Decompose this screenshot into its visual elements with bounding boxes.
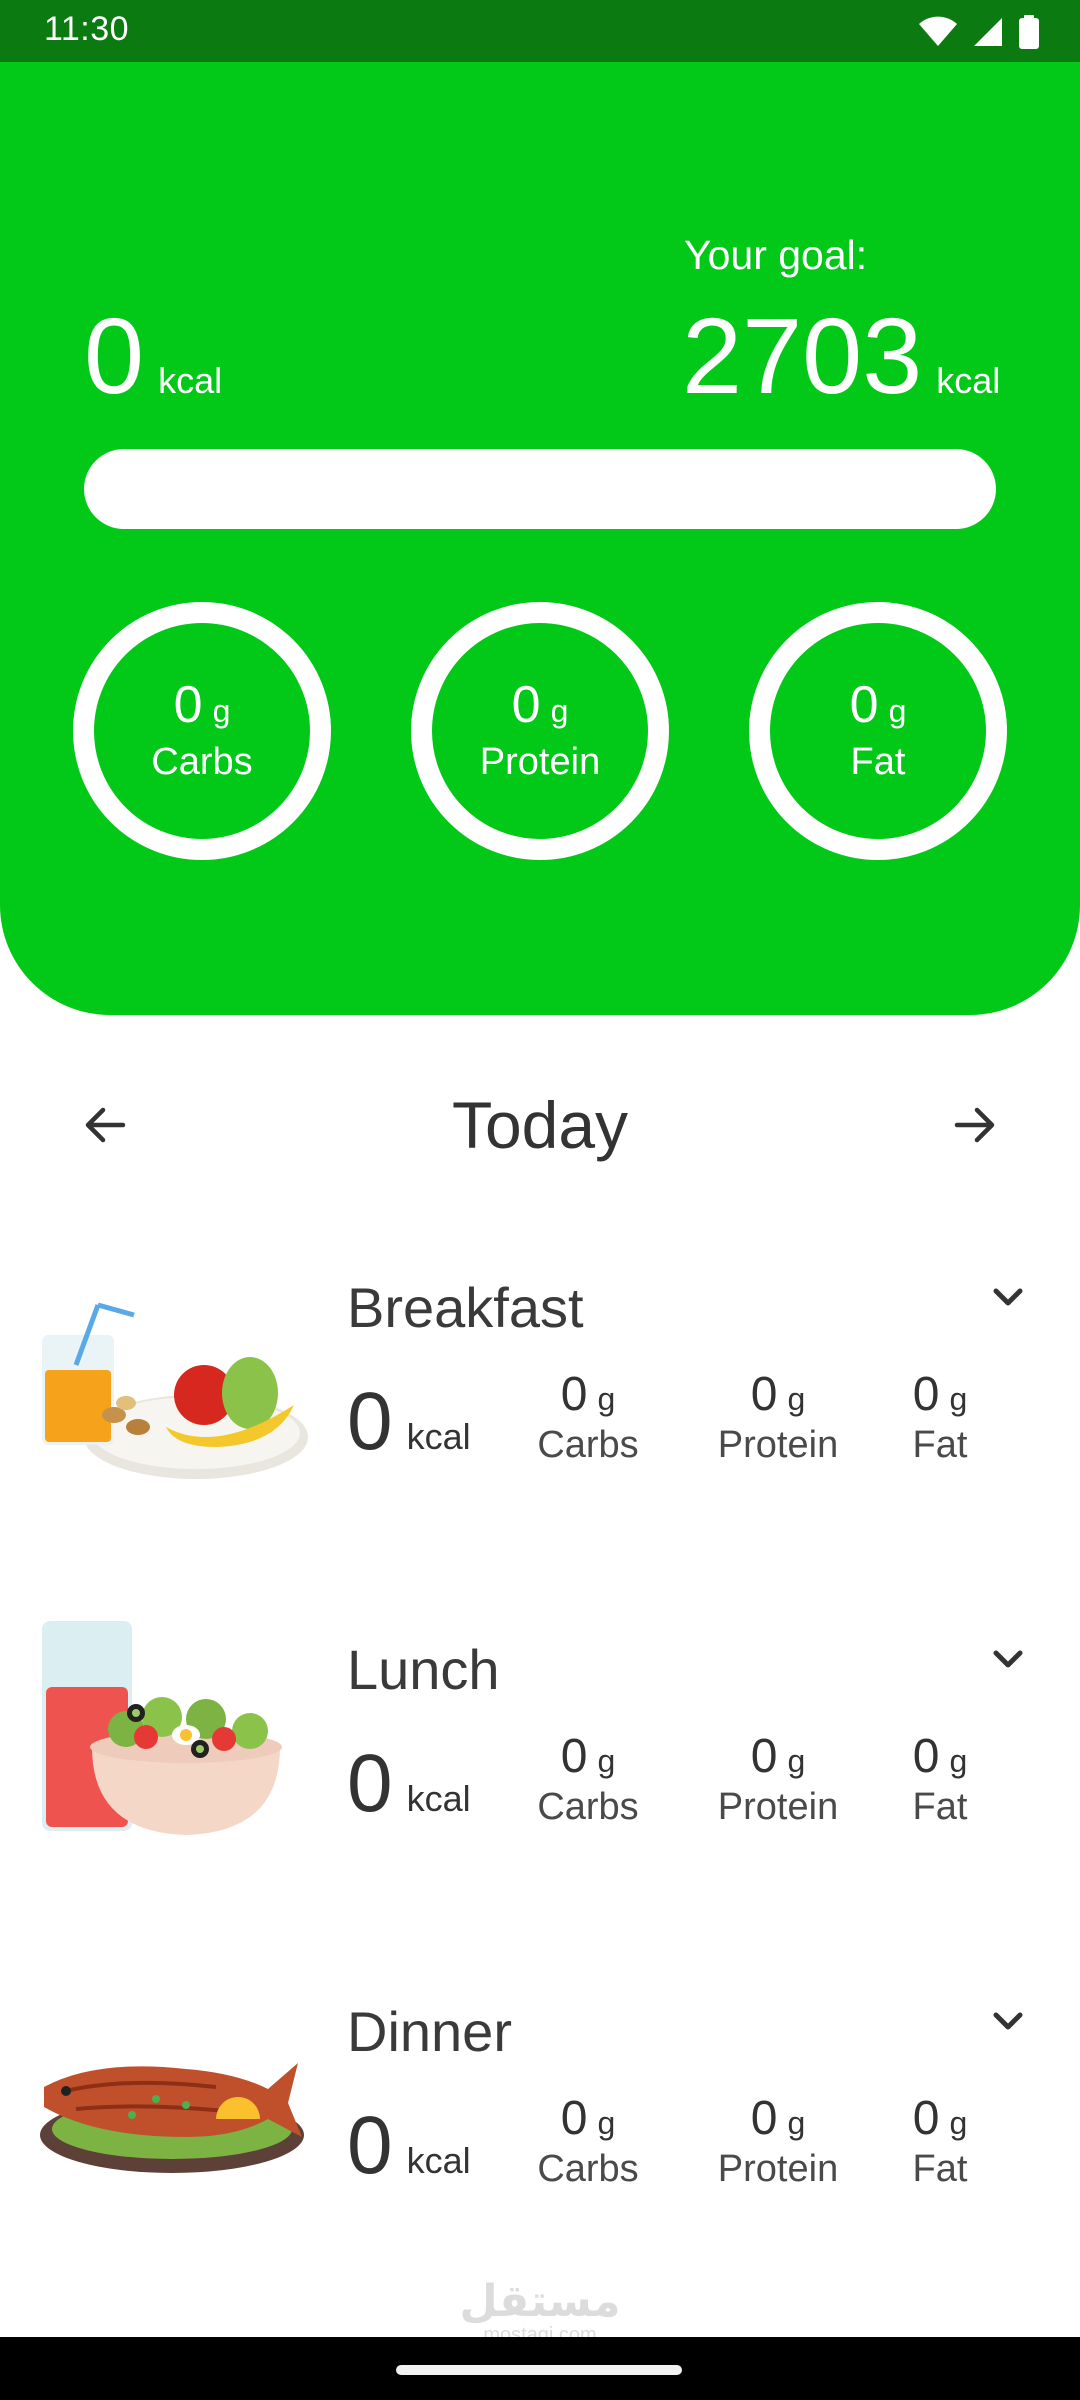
status-icons (918, 14, 1040, 50)
meal-kcal-value: 0 (347, 1376, 393, 1467)
meal-calories: 0 kcal (347, 2105, 471, 2187)
meal-fat-value: 0 (912, 1368, 940, 1421)
arrow-right-icon (954, 1107, 995, 1143)
meal-protein: 0g Protein (698, 1367, 858, 1467)
meal-carbs-unit: g (597, 2105, 616, 2141)
status-time: 11:30 (44, 10, 130, 48)
meal-kcal-value: 0 (347, 1738, 393, 1829)
carbs-value: 0 (173, 675, 203, 734)
goal-label: Your goal: (684, 232, 868, 278)
watermark-logo: مستقل (459, 2277, 621, 2326)
meal-card-dinner[interactable]: Dinner 0 kcal 0g Carbs 0g Protein 0g Fat (0, 1979, 1080, 2269)
carbs-unit: g (212, 692, 231, 729)
meal-card-lunch[interactable]: Lunch 0 kcal 0g Carbs 0g Protein 0g Fat (0, 1617, 1080, 1907)
chevron-down-icon (993, 2012, 1023, 2030)
meal-fat-value: 0 (912, 2092, 940, 2145)
meal-kcal-value: 0 (347, 2100, 393, 2191)
fat-value: 0 (849, 675, 879, 734)
day-title: Today (451, 1088, 629, 1162)
carbs-ring: 0g Carbs (73, 602, 331, 860)
meal-fat-label: Fat (912, 1424, 968, 1466)
meal-carbs-label: Carbs (537, 1424, 639, 1466)
expand-dinner-button[interactable] (984, 1997, 1032, 2045)
protein-ring: 0g Protein (411, 602, 669, 860)
fat-label: Fat (850, 740, 906, 783)
meal-protein-label: Protein (717, 1786, 839, 1828)
consumed-calories: 0 kcal (84, 302, 222, 410)
meal-fat: 0g Fat (860, 1367, 1020, 1467)
goal-value: 2703 (682, 295, 923, 416)
meal-kcal-unit: kcal (406, 2140, 471, 2181)
meal-card-breakfast[interactable]: Breakfast 0 kcal 0g Carbs 0g Protein 0g … (0, 1255, 1080, 1545)
meal-carbs-unit: g (597, 1381, 616, 1417)
meal-protein-value: 0 (750, 1368, 778, 1421)
signal-icon (974, 18, 1002, 46)
meal-kcal-unit: kcal (406, 1416, 471, 1457)
fat-ring: 0g Fat (749, 602, 1007, 860)
meal-fat: 0g Fat (860, 1729, 1020, 1829)
meal-calories: 0 kcal (347, 1743, 471, 1825)
next-day-button[interactable] (941, 1091, 1009, 1159)
fat-unit: g (888, 692, 907, 729)
meal-fat-unit: g (949, 2105, 968, 2141)
consumed-value: 0 (84, 295, 145, 416)
meal-carbs-value: 0 (560, 1730, 588, 1783)
consumed-unit: kcal (158, 360, 223, 401)
meal-protein: 0g Protein (698, 2091, 858, 2191)
expand-breakfast-button[interactable] (984, 1273, 1032, 1321)
meal-calories: 0 kcal (347, 1381, 471, 1463)
day-navigation: Today (0, 1065, 1080, 1185)
meal-carbs: 0g Carbs (508, 1367, 668, 1467)
meal-carbs-label: Carbs (537, 2148, 639, 2190)
meal-protein-value: 0 (750, 2092, 778, 2145)
dinner-illustration (40, 2063, 304, 2173)
meal-protein-unit: g (787, 2105, 806, 2141)
meal-name: Breakfast (347, 1276, 584, 1339)
meal-protein-unit: g (787, 1381, 806, 1417)
meal-carbs-unit: g (597, 1743, 616, 1779)
daily-summary-card: 0 kcal Your goal: 2703 kcal 0g Carbs 0g … (0, 62, 1080, 1015)
meal-protein-label: Protein (717, 2148, 839, 2190)
home-indicator[interactable] (396, 2365, 682, 2375)
chevron-down-icon (993, 1288, 1023, 1306)
meal-carbs: 0g Carbs (508, 2091, 668, 2191)
meal-fat: 0g Fat (860, 2091, 1020, 2191)
goal-calories[interactable]: 2703 kcal (682, 302, 1000, 410)
carbs-label: Carbs (151, 740, 253, 783)
expand-lunch-button[interactable] (984, 1635, 1032, 1683)
meal-carbs-value: 0 (560, 2092, 588, 2145)
meal-fat-unit: g (949, 1743, 968, 1779)
meal-carbs-label: Carbs (537, 1786, 639, 1828)
meal-name: Lunch (347, 1638, 500, 1701)
breakfast-illustration (42, 1302, 308, 1479)
status-bar: 11:30 (0, 0, 1080, 62)
meal-carbs: 0g Carbs (508, 1729, 668, 1829)
chevron-down-icon (993, 1650, 1023, 1668)
wifi-icon (919, 16, 957, 46)
goal-unit: kcal (936, 360, 1001, 401)
meal-protein: 0g Protein (698, 1729, 858, 1829)
battery-icon (1019, 15, 1039, 49)
protein-label: Protein (479, 740, 601, 783)
meal-fat-label: Fat (912, 2148, 968, 2190)
meal-fat-value: 0 (912, 1730, 940, 1783)
system-navigation-bar (0, 2337, 1080, 2400)
meal-protein-unit: g (787, 1743, 806, 1779)
calorie-progress-bar (84, 449, 996, 529)
meal-kcal-unit: kcal (406, 1778, 471, 1819)
protein-unit: g (550, 692, 569, 729)
meal-protein-label: Protein (717, 1424, 839, 1466)
meal-name: Dinner (347, 2000, 512, 2063)
meal-carbs-value: 0 (560, 1368, 588, 1421)
meal-fat-label: Fat (912, 1786, 968, 1828)
meal-fat-unit: g (949, 1381, 968, 1417)
protein-value: 0 (511, 675, 541, 734)
lunch-illustration (42, 1621, 282, 1835)
meal-protein-value: 0 (750, 1730, 778, 1783)
